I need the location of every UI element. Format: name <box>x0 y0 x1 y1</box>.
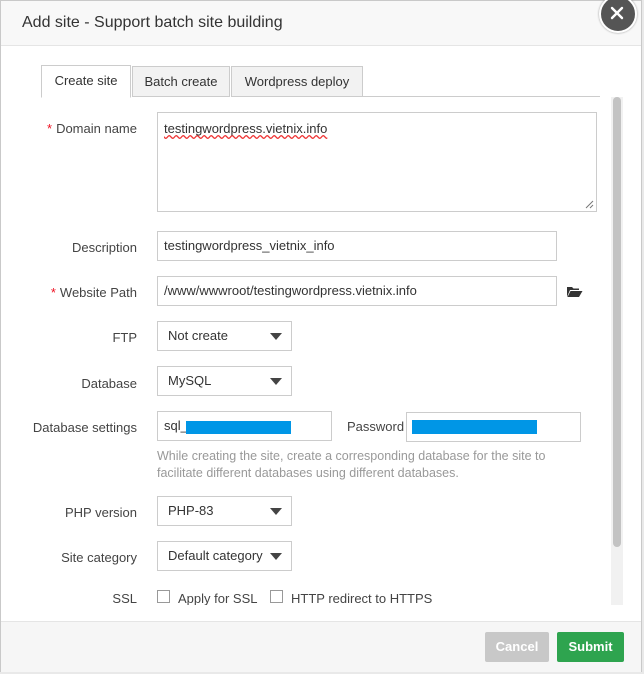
database-help-text: While creating the site, create a corres… <box>157 449 546 480</box>
apply-ssl-checkbox[interactable] <box>157 590 170 603</box>
dialog-title: Add site - Support batch site building <box>22 14 283 31</box>
database-password-input[interactable] <box>406 412 581 442</box>
php-version-select[interactable]: PHP-83 <box>157 496 292 526</box>
dialog-titlebar: Add site - Support batch site building <box>1 1 641 46</box>
cancel-button[interactable]: Cancel <box>485 632 549 662</box>
chevron-down-icon <box>270 378 282 385</box>
website-path-value: /www/wwwroot/testingwordpress.vietnix.in… <box>164 283 417 298</box>
domain-name-label: * Domain name <box>47 121 137 136</box>
site-category-select[interactable]: Default category <box>157 541 292 571</box>
chevron-down-icon <box>270 508 282 515</box>
ftp-select[interactable]: Not create <box>157 321 292 351</box>
php-version-label: PHP version <box>64 505 137 520</box>
ftp-label: FTP <box>112 330 137 345</box>
form-scrollbar-thumb[interactable] <box>613 97 621 547</box>
password-label: Password <box>347 419 405 434</box>
https-redirect-checkbox[interactable] <box>270 590 283 603</box>
submit-button[interactable]: Submit <box>557 632 624 662</box>
ftp-select-value: Not create <box>168 328 228 343</box>
ssl-label: SSL <box>112 591 137 605</box>
website-path-input[interactable]: /www/wwwroot/testingwordpress.vietnix.in… <box>157 276 557 306</box>
resize-handle-icon[interactable] <box>585 200 594 209</box>
required-mark: * <box>50 285 56 300</box>
database-select[interactable]: MySQL <box>157 366 292 396</box>
domain-name-textarea[interactable]: testingwordpress.vietnix.info <box>157 112 597 212</box>
description-label: Description <box>71 240 137 255</box>
close-icon <box>610 6 624 20</box>
redacted-password <box>412 420 537 434</box>
database-user-prefix: sql_ <box>164 418 188 433</box>
description-input[interactable]: testingwordpress_vietnix_info <box>157 231 557 261</box>
folder-open-icon[interactable] <box>566 285 583 301</box>
domain-name-value: testingwordpress.vietnix.info <box>164 121 328 136</box>
required-mark: * <box>47 121 53 136</box>
site-category-select-value: Default category <box>168 548 263 563</box>
tab-batch-create[interactable]: Batch create <box>132 66 230 97</box>
database-settings-label: Database settings <box>32 420 137 435</box>
tab-wordpress-deploy-label: Wordpress deploy <box>244 74 350 89</box>
tab-divider <box>362 96 600 97</box>
website-path-label: * Website Path <box>50 285 137 300</box>
description-value: testingwordpress_vietnix_info <box>164 238 335 253</box>
add-site-dialog: Add site - Support batch site building C… <box>0 0 642 672</box>
ssl-row: SSL Apply for SSL HTTP redirect to HTTPS <box>1 584 607 605</box>
site-category-label: Site category <box>61 550 137 565</box>
tab-create-site[interactable]: Create site <box>41 65 131 98</box>
tab-batch-create-label: Batch create <box>144 74 218 89</box>
tab-create-site-label: Create site <box>54 73 118 88</box>
chevron-down-icon <box>270 553 282 560</box>
redacted-database-name <box>186 421 291 434</box>
chevron-down-icon <box>270 333 282 340</box>
database-select-value: MySQL <box>168 373 212 388</box>
php-version-select-value: PHP-83 <box>168 503 214 518</box>
tab-wordpress-deploy[interactable]: Wordpress deploy <box>231 66 363 97</box>
apply-ssl-label: Apply for SSL <box>178 591 258 605</box>
database-label: Database <box>81 376 137 391</box>
https-redirect-label: HTTP redirect to HTTPS <box>291 591 433 605</box>
database-user-input[interactable]: sql_ <box>157 411 332 441</box>
